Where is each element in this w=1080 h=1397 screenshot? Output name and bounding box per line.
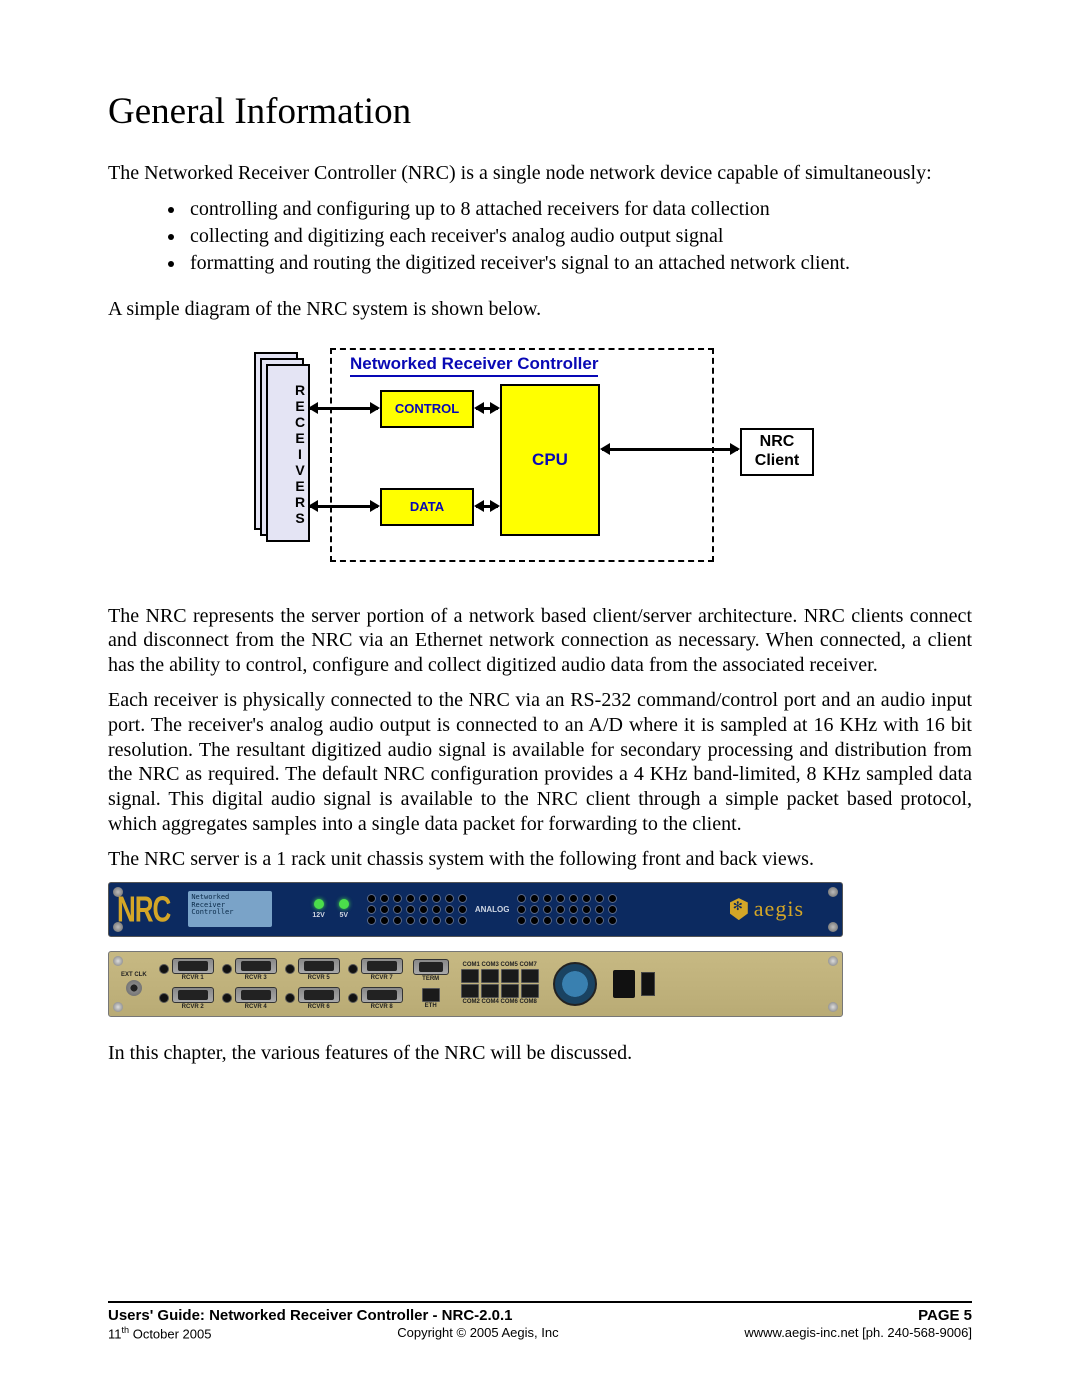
list-item: controlling and configuring up to 8 atta… (186, 196, 972, 223)
client-label-2: Client (755, 452, 799, 470)
dsub-port-icon (361, 987, 403, 1003)
arrow-icon (310, 407, 378, 410)
arrow-icon (476, 407, 498, 410)
receivers-block: RECEIVERS (254, 352, 300, 542)
footer-copyright: Copyright © 2005 Aegis, Inc (211, 1325, 744, 1341)
nrc-logo: NRC (117, 887, 170, 930)
system-diagram: RECEIVERS Networked Receiver Controller … (240, 348, 840, 568)
capability-list: controlling and configuring up to 8 atta… (108, 196, 972, 277)
term-port-icon (413, 959, 449, 975)
bnc-icon (126, 980, 142, 996)
dsub-port-icon (361, 958, 403, 974)
arrow-icon (602, 448, 738, 451)
cpu-block: CPU (500, 384, 600, 536)
body-paragraph: The NRC represents the server portion of… (108, 604, 972, 678)
document-page: General Information The Networked Receiv… (0, 0, 1080, 1397)
com-port-block: COM1 COM3 COM5 COM7 COM2 COM4 COM6 COM8 (461, 962, 539, 1005)
io-grid-left (367, 894, 467, 924)
footer-contact: wwww.aegis-inc.net [ph. 240-568-9006] (744, 1325, 972, 1341)
dsub-port-icon (172, 958, 214, 974)
intro-paragraph: The Networked Receiver Controller (NRC) … (108, 161, 972, 186)
analog-label: ANALOG (475, 905, 510, 914)
footer-doc-title: Users' Guide: Networked Receiver Control… (108, 1307, 513, 1324)
led-icon (314, 899, 324, 909)
shield-icon (730, 898, 748, 920)
body-paragraph: The NRC server is a 1 rack unit chassis … (108, 847, 972, 872)
dsub-port-icon (298, 958, 340, 974)
footer-page-number: PAGE 5 (918, 1307, 972, 1324)
eth-port-icon (422, 988, 440, 1002)
power-leds: 12V 5V (312, 899, 348, 919)
closing-paragraph: In this chapter, the various features of… (108, 1041, 972, 1066)
nrc-client-block: NRC Client (740, 428, 814, 476)
diagram-intro: A simple diagram of the NRC system is sh… (108, 297, 972, 322)
arrow-icon (476, 505, 498, 508)
page-title: General Information (108, 90, 972, 133)
list-item: collecting and digitizing each receiver'… (186, 223, 972, 250)
back-panel-image: EXT CLK RCVR 1 RCVR 2 RCVR 3 RCVR 4 RCVR… (108, 951, 843, 1017)
io-grid-right (517, 894, 617, 924)
front-panel-image: NRC Networked Receiver Controller 12V 5V… (108, 882, 843, 937)
dsub-port-icon (235, 987, 277, 1003)
aegis-logo: aegis (730, 896, 804, 922)
body-paragraph: Each receiver is physically connected to… (108, 688, 972, 837)
client-label-1: NRC (760, 433, 795, 451)
dsub-port-icon (298, 987, 340, 1003)
list-item: formatting and routing the digitized rec… (186, 250, 972, 277)
footer-date: 11th October 2005 (108, 1325, 211, 1341)
control-block: CONTROL (380, 390, 474, 428)
led-icon (339, 899, 349, 909)
page-footer: Users' Guide: Networked Receiver Control… (108, 1301, 972, 1341)
arrow-icon (310, 505, 378, 508)
dsub-port-icon (235, 958, 277, 974)
power-inlet (613, 970, 655, 998)
ext-clk-port: EXT CLK (121, 972, 147, 996)
nrc-box-title: Networked Receiver Controller (350, 354, 598, 377)
data-block: DATA (380, 488, 474, 526)
dsub-port-icon (172, 987, 214, 1003)
fan-icon (553, 962, 597, 1006)
power-switch-icon (641, 972, 655, 996)
lcd-display: Networked Receiver Controller (188, 891, 272, 927)
iec-socket-icon (613, 970, 635, 998)
